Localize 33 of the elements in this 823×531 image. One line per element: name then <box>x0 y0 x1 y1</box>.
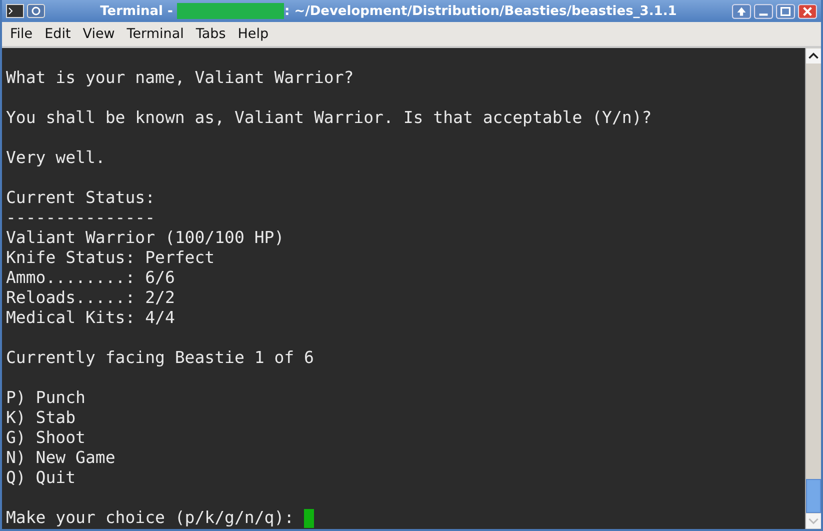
menu-item[interactable]: Terminal <box>122 26 188 42</box>
terminal-line: G) Shoot <box>6 428 86 448</box>
scroll-up-icon[interactable] <box>806 48 821 64</box>
menu-item[interactable]: View <box>78 26 119 42</box>
menu-item[interactable]: Help <box>234 26 273 42</box>
terminal-line: P) Punch <box>6 388 86 408</box>
terminal-line: Knife Status: Perfect <box>6 248 215 268</box>
scrollbar-thumb[interactable] <box>806 479 821 513</box>
terminal-line: Valiant Warrior (100/100 HP) <box>6 228 284 248</box>
close-icon[interactable] <box>798 4 817 18</box>
window-title: Terminal - <box>100 4 174 18</box>
terminal-line: Current Status: <box>6 188 156 208</box>
menu-item[interactable]: Edit <box>40 26 75 42</box>
scrollbar[interactable] <box>805 48 821 529</box>
minimize-icon[interactable] <box>754 4 773 18</box>
text-cursor <box>304 508 314 528</box>
terminal-line: K) Stab <box>6 408 76 428</box>
terminal-line: Very well. <box>6 148 106 168</box>
terminal-line: What is your name, Valiant Warrior? <box>6 68 354 88</box>
terminal-line: Medical Kits: 4/4 <box>6 308 175 328</box>
menu-item[interactable]: File <box>6 26 37 42</box>
terminal-line: Reloads.....: 2/2 <box>6 288 175 308</box>
terminal-line: Q) Quit <box>6 468 76 488</box>
terminal-prompt: Make your choice (p/k/g/n/q): <box>6 508 294 528</box>
window-path: : ~/Development/Distribution/Beasties/beasties_3.1.1 <box>284 4 677 18</box>
menu-item[interactable]: Tabs <box>192 26 230 42</box>
terminal-line: Ammo........: 6/6 <box>6 268 175 288</box>
terminal-line: N) New Game <box>6 448 116 468</box>
terminal-line: You shall be known as, Valiant Warrior. Is that acceptable (Y/n)? <box>6 108 652 128</box>
terminal-line: Currently facing Beastie 1 of 6 <box>6 348 314 368</box>
terminal-icon[interactable] <box>6 4 24 18</box>
maximize-icon[interactable] <box>776 4 795 18</box>
terminal-line: --------------- <box>6 208 156 228</box>
